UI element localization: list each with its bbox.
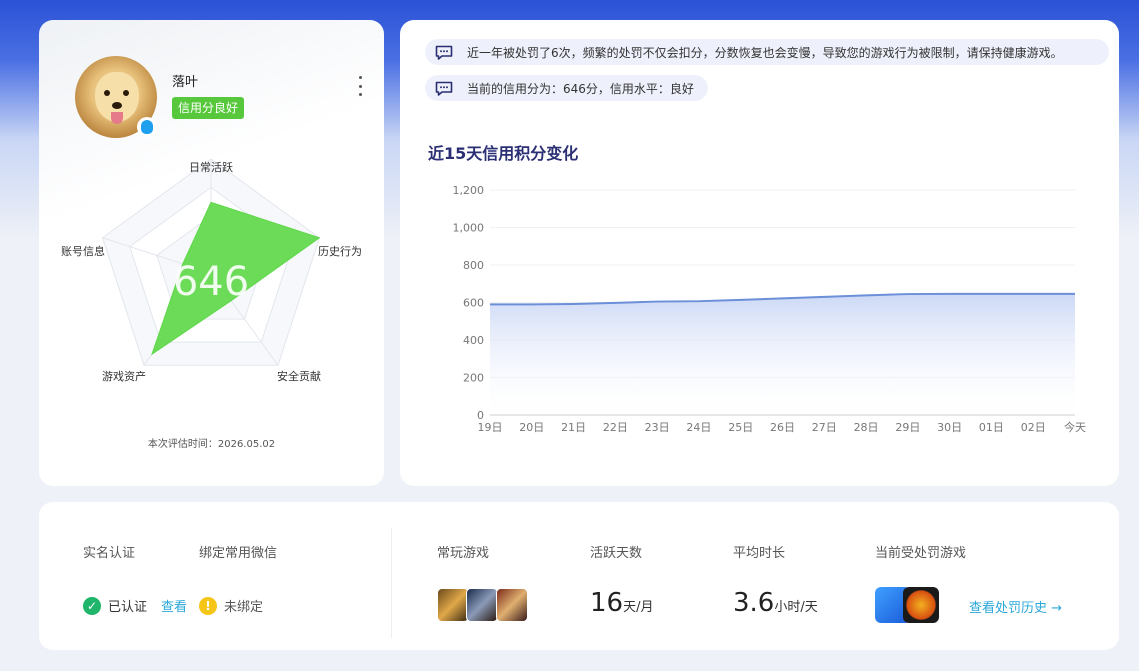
x-tick-label: 01日 xyxy=(979,421,1004,434)
x-tick-label: 23日 xyxy=(645,421,670,434)
y-tick-label: 800 xyxy=(463,259,484,272)
game-icon-1[interactable] xyxy=(437,588,469,622)
game-icon-3[interactable] xyxy=(496,588,528,622)
x-tick-label: 25日 xyxy=(728,421,753,434)
radar-label-security: 安全贡献 xyxy=(277,370,321,383)
x-tick-label: 29日 xyxy=(895,421,920,434)
realname-label: 实名认证 xyxy=(83,546,136,561)
x-tick-label: 19日 xyxy=(478,421,503,434)
penalized-games-label: 当前受处罚游戏 xyxy=(875,546,967,561)
current-score-notice-text: 当前的信用分为：646分，信用水平：良好 xyxy=(467,81,694,96)
avg-time: 3.6小时/天 xyxy=(733,588,818,618)
avg-time-unit: 小时/天 xyxy=(774,600,818,615)
x-tick-label: 24日 xyxy=(686,421,711,434)
y-tick-label: 600 xyxy=(463,297,484,310)
penalty-notice-text: 近一年被处罚了6次，频繁的处罚不仅会扣分，分数恢复也会变慢，导致您的游戏行为被限… xyxy=(467,45,1063,60)
credit-score-value: 646 xyxy=(173,259,249,305)
active-days-value: 16 xyxy=(590,588,624,618)
credit-trend-card: 近一年被处罚了6次，频繁的处罚不仅会扣分，分数恢复也会变慢，导致您的游戏行为被限… xyxy=(400,20,1119,486)
wechat-status: ! 未绑定 xyxy=(199,596,263,615)
credit-radar-chart: 646 xyxy=(101,158,321,366)
warning-circle-icon: ! xyxy=(199,596,217,615)
current-score-notice: 当前的信用分为：646分，信用水平：良好 xyxy=(425,75,708,101)
chart-area-fill xyxy=(490,293,1075,415)
avatar-tongue xyxy=(111,112,123,124)
active-days: 16天/月 xyxy=(590,588,653,618)
x-tick-label: 22日 xyxy=(603,421,628,434)
chart-title: 近15天信用积分变化 xyxy=(428,144,579,163)
qq-icon xyxy=(137,117,157,137)
wechat-bind-label: 绑定常用微信 xyxy=(199,546,278,561)
evaluation-time-label: 本次评估时间： xyxy=(147,439,218,450)
username: 落叶 xyxy=(172,75,199,90)
view-penalty-history-link[interactable]: 查看处罚历史 → xyxy=(969,597,1062,616)
x-tick-label: 21日 xyxy=(561,421,586,434)
credit-level-badge: 信用分良好 xyxy=(172,97,245,119)
profile-card: 落叶 信用分良好 646 日常活跃 历史行为 安全贡献 游戏资产 账号信息 本次… xyxy=(39,20,384,486)
y-tick-label: 400 xyxy=(463,334,484,347)
x-tick-label: 20日 xyxy=(519,421,544,434)
x-tick-label: 02日 xyxy=(1021,421,1046,434)
active-days-label: 活跃天数 xyxy=(590,546,643,561)
avg-time-value: 3.6 xyxy=(733,588,775,618)
x-tick-label: 27日 xyxy=(812,421,837,434)
avatar-eye-right xyxy=(123,90,129,96)
x-tick-label: 30日 xyxy=(937,421,962,434)
x-tick-label: 今天 xyxy=(1064,420,1086,434)
evaluation-date: 2026.05.02 xyxy=(217,439,276,450)
realname-status: ✓ 已认证 查看 xyxy=(83,596,187,615)
radar-label-assets: 游戏资产 xyxy=(102,370,146,383)
view-realname-link[interactable]: 查看 xyxy=(161,596,187,615)
more-options-icon[interactable] xyxy=(355,76,365,96)
x-tick-label: 26日 xyxy=(770,421,795,434)
avatar-eye-left xyxy=(104,90,110,96)
penalty-history: 查看处罚历史 → xyxy=(969,597,1062,616)
credit-trend-chart: 02004006008001,0001,20019日 20日 21日 22日 23日 24… xyxy=(453,184,1087,434)
wechat-status-text: 未绑定 xyxy=(224,600,264,615)
penalized-game-icon-2[interactable] xyxy=(903,587,939,623)
account-summary-card: 实名认证 绑定常用微信 ✓ 已认证 查看 ! 未绑定 常玩游戏 活跃天数 16天… xyxy=(39,502,1119,650)
y-tick-label: 1,000 xyxy=(453,222,485,235)
y-tick-label: 200 xyxy=(463,372,484,385)
radar-label-account: 账号信息 xyxy=(61,245,105,258)
check-circle-icon: ✓ xyxy=(83,596,101,615)
radar-label-daily-active: 日常活跃 xyxy=(189,161,233,174)
realname-status-text: 已认证 xyxy=(108,600,148,615)
radar-label-history: 历史行为 xyxy=(318,245,362,258)
game-icon-2[interactable] xyxy=(466,588,498,622)
avatar-nose xyxy=(112,102,122,109)
evaluation-time: 本次评估时间：2026.05.02 xyxy=(39,435,384,450)
frequent-games-label: 常玩游戏 xyxy=(437,546,490,561)
message-icon xyxy=(435,45,453,60)
avg-time-label: 平均时长 xyxy=(733,546,786,561)
active-days-unit: 天/月 xyxy=(623,600,654,615)
section-divider xyxy=(391,528,392,638)
x-tick-label: 28日 xyxy=(854,421,879,434)
message-icon xyxy=(435,81,453,96)
y-tick-label: 1,200 xyxy=(453,184,485,197)
penalty-notice: 近一年被处罚了6次，频繁的处罚不仅会扣分，分数恢复也会变慢，导致您的游戏行为被限… xyxy=(425,39,1109,65)
